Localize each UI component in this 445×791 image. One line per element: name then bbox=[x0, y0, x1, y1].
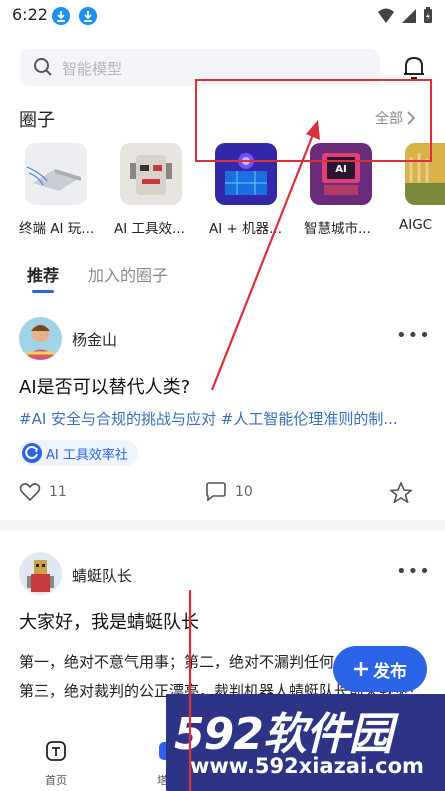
status-time: 6:22 bbox=[12, 5, 48, 24]
post-author[interactable]: 杨金山 bbox=[72, 329, 117, 350]
circle-chip-icon bbox=[22, 443, 42, 463]
svg-text:AI: AI bbox=[335, 164, 346, 175]
circle-thumbnail bbox=[120, 143, 182, 205]
avatar[interactable] bbox=[19, 552, 62, 595]
comment-count: 10 bbox=[235, 484, 253, 500]
post-tags[interactable]: #AI 安全与合规的挑战与应对 #人工智能伦理准则的制... bbox=[19, 408, 429, 429]
search-icon bbox=[34, 58, 52, 76]
watermark-brand: 592软件园 bbox=[174, 709, 393, 760]
watermark-logo: 592软件园 www.592xiazai.com bbox=[166, 694, 445, 791]
watermark-url: www.592xiazai.com bbox=[190, 754, 424, 778]
favorite-button[interactable] bbox=[390, 482, 412, 503]
publish-button[interactable]: 发布 bbox=[333, 646, 427, 692]
plus-icon bbox=[354, 662, 368, 676]
search-placeholder: 智能模型 bbox=[62, 60, 123, 78]
tab-joined-circles[interactable]: 加入的圈子 bbox=[88, 262, 168, 286]
circle-label: AI + 机器... bbox=[209, 221, 282, 237]
heart-icon bbox=[19, 483, 41, 502]
battery-icon bbox=[424, 7, 432, 23]
more-options-icon[interactable]: ••• bbox=[396, 561, 431, 582]
wifi-icon bbox=[378, 8, 394, 23]
nav-label: 首页 bbox=[45, 774, 67, 787]
like-button[interactable]: 11 bbox=[19, 482, 67, 502]
tab-recommended[interactable]: 推荐 bbox=[27, 262, 59, 286]
post-title[interactable]: 大家好，我是蜻蜓队长 bbox=[19, 608, 199, 634]
circle-item[interactable]: 终端 AI 玩... bbox=[19, 143, 95, 237]
bell-icon[interactable] bbox=[402, 55, 426, 81]
publish-label: 发布 bbox=[373, 661, 407, 682]
annotation-highlight-box bbox=[195, 79, 432, 162]
feed-divider bbox=[0, 520, 445, 530]
status-icons bbox=[377, 7, 433, 24]
signal-icon bbox=[402, 8, 416, 23]
circle-label: 终端 AI 玩... bbox=[19, 221, 95, 237]
circle-item[interactable]: AI 工具效... bbox=[114, 143, 190, 237]
circle-label: AIGC bbox=[399, 217, 433, 233]
comment-button[interactable]: 10 bbox=[205, 482, 253, 502]
more-options-icon[interactable]: ••• bbox=[396, 325, 431, 346]
tab-active-indicator bbox=[32, 290, 54, 293]
circle-thumbnail bbox=[25, 143, 87, 205]
comment-icon bbox=[206, 482, 226, 502]
post-circle-chip[interactable]: AI 工具效率社 bbox=[19, 440, 138, 466]
post-author[interactable]: 蜻蜓队长 bbox=[72, 565, 132, 586]
download-notification-icon bbox=[52, 7, 70, 25]
star-icon bbox=[390, 482, 412, 503]
circle-label: AI 工具效... bbox=[114, 221, 185, 237]
circles-title: 圈子 bbox=[19, 110, 55, 131]
home-icon bbox=[46, 741, 66, 761]
circle-chip-label: AI 工具效率社 bbox=[46, 447, 128, 463]
post-title[interactable]: AI是否可以替代人类? bbox=[19, 373, 190, 399]
status-bar: 6:22 bbox=[0, 0, 445, 32]
download-notification-icon bbox=[79, 7, 97, 25]
avatar[interactable] bbox=[19, 317, 62, 360]
like-count: 11 bbox=[49, 484, 67, 500]
circle-label: 智慧城市... bbox=[304, 221, 371, 237]
nav-item-home[interactable]: 首页 bbox=[16, 730, 96, 788]
